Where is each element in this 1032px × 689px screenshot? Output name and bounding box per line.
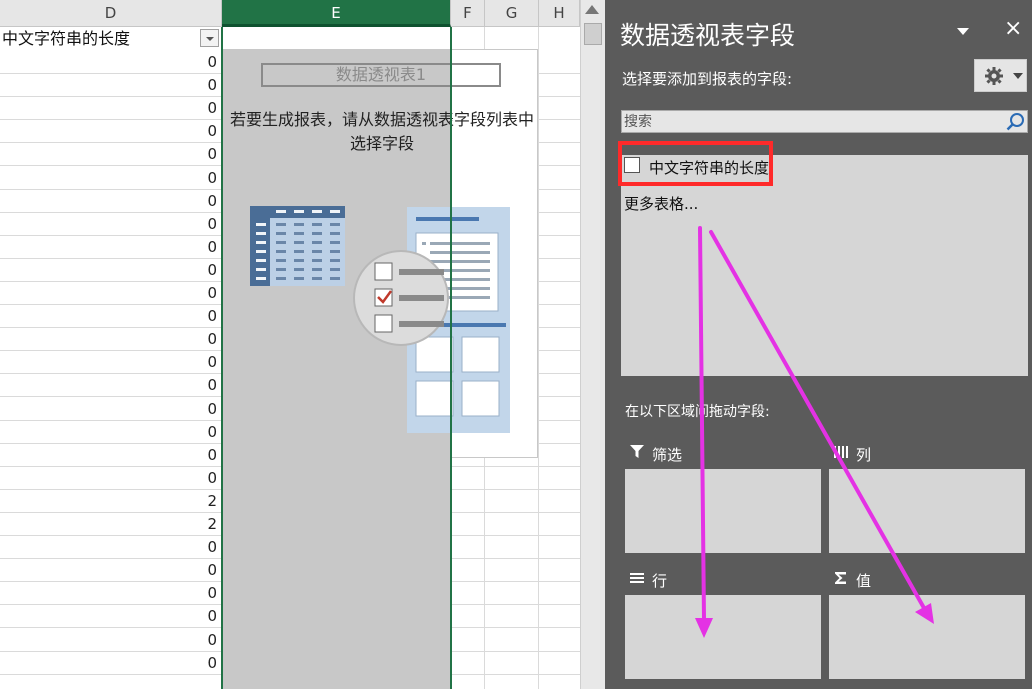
filter-area-label: 筛选 — [652, 446, 683, 464]
search-input[interactable] — [624, 113, 994, 130]
d-value-cell[interactable]: 0 — [0, 51, 219, 74]
selection-border-right — [450, 27, 452, 689]
rows-area-label: 行 — [652, 572, 668, 590]
scroll-up-icon[interactable] — [585, 5, 599, 14]
columns-drop-zone[interactable] — [829, 469, 1025, 553]
spreadsheet-grid[interactable]: D E F G H 000000000000000000022000000 中文… — [0, 0, 580, 689]
panel-menu-chevron-down-icon[interactable] — [957, 28, 969, 35]
d-value-cell[interactable]: 0 — [0, 305, 219, 328]
d-value-cell[interactable]: 0 — [0, 351, 219, 374]
field-item-label[interactable]: 中文字符串的长度 — [649, 157, 769, 178]
areas-hint: 在以下区域间拖动字段: — [625, 404, 770, 420]
d-value-cell[interactable]: 0 — [0, 167, 219, 190]
gear-icon — [985, 67, 1003, 85]
d-value-cell[interactable]: 0 — [0, 421, 219, 444]
d-value-cell[interactable]: 0 — [0, 559, 219, 582]
d-value-cell[interactable]: 0 — [0, 282, 219, 305]
gridline — [538, 27, 539, 689]
d-value-cell[interactable]: 0 — [0, 190, 219, 213]
d-value-cell[interactable]: 0 — [0, 213, 219, 236]
d-value-cell[interactable]: 0 — [0, 74, 219, 97]
panel-subtitle: 选择要添加到报表的字段: — [622, 70, 793, 88]
d-value-cell[interactable]: 0 — [0, 97, 219, 120]
field-checkbox[interactable] — [624, 157, 640, 173]
d-value-cell[interactable]: 2 — [0, 490, 219, 513]
tools-button[interactable] — [974, 59, 1027, 92]
columns-icon — [834, 446, 848, 458]
close-icon[interactable]: × — [1004, 16, 1022, 42]
scrollbar-thumb[interactable] — [584, 23, 602, 45]
cell-e1[interactable] — [223, 27, 450, 49]
d-value-cell[interactable]: 0 — [0, 536, 219, 559]
d-value-cell[interactable]: 0 — [0, 605, 219, 628]
d-value-cell[interactable]: 0 — [0, 467, 219, 490]
column-header-e[interactable]: E — [222, 0, 451, 27]
d-value-cell[interactable]: 0 — [0, 582, 219, 605]
rows-drop-zone[interactable] — [625, 595, 821, 679]
pivot-hint-text: 若要生成报表，请从数据透视表字段列表中选择字段 — [229, 110, 534, 153]
d-value-cell[interactable]: 0 — [0, 236, 219, 259]
pivot-row-header-cell[interactable]: 中文字符串的长度 — [0, 27, 221, 51]
d-value-cell[interactable]: 0 — [0, 444, 219, 467]
pivot-illustration-icon — [250, 206, 510, 433]
d-value-cell[interactable]: 0 — [0, 629, 219, 652]
column-header-d[interactable]: D — [0, 0, 222, 27]
d-value-cell[interactable]: 0 — [0, 328, 219, 351]
column-header-h[interactable]: H — [539, 0, 580, 27]
column-header-g[interactable]: G — [485, 0, 539, 27]
field-list: 中文字符串的长度 更多表格... — [618, 141, 1028, 376]
vertical-scrollbar[interactable] — [580, 0, 605, 689]
values-area-label: 值 — [856, 572, 872, 590]
d-value-cell[interactable]: 0 — [0, 398, 219, 421]
panel-title: 数据透视表字段 — [620, 21, 796, 50]
values-drop-zone[interactable] — [829, 595, 1025, 679]
filter-drop-zone[interactable] — [625, 469, 821, 553]
column-header-f[interactable]: F — [451, 0, 485, 27]
pivot-table-title: 数据透视表1 — [261, 63, 501, 87]
d-value-cell[interactable]: 0 — [0, 120, 219, 143]
filter-icon — [630, 445, 644, 458]
filter-dropdown-button[interactable] — [200, 29, 219, 47]
pivot-field-panel: 数据透视表字段 × 选择要添加到报表的字段: 搜索 中文字符串的长度 更多表格.… — [605, 0, 1032, 689]
app-window: D E F G H 000000000000000000022000000 中文… — [0, 0, 1032, 689]
d-value-cell[interactable]: 2 — [0, 513, 219, 536]
more-tables-link[interactable]: 更多表格... — [624, 193, 698, 214]
d-value-cell[interactable]: 0 — [0, 143, 219, 166]
d-value-cell[interactable]: 0 — [0, 374, 219, 397]
rows-icon — [630, 573, 644, 583]
field-search-box[interactable] — [621, 110, 1028, 133]
search-icon[interactable] — [1006, 112, 1026, 132]
selected-column-shade — [222, 458, 451, 689]
sigma-icon — [835, 572, 846, 584]
chevron-down-icon — [1013, 73, 1023, 79]
columns-area-label: 列 — [856, 446, 872, 464]
d-value-cell[interactable]: 0 — [0, 652, 219, 675]
d-value-cell[interactable]: 0 — [0, 259, 219, 282]
selection-border-left — [221, 27, 223, 689]
